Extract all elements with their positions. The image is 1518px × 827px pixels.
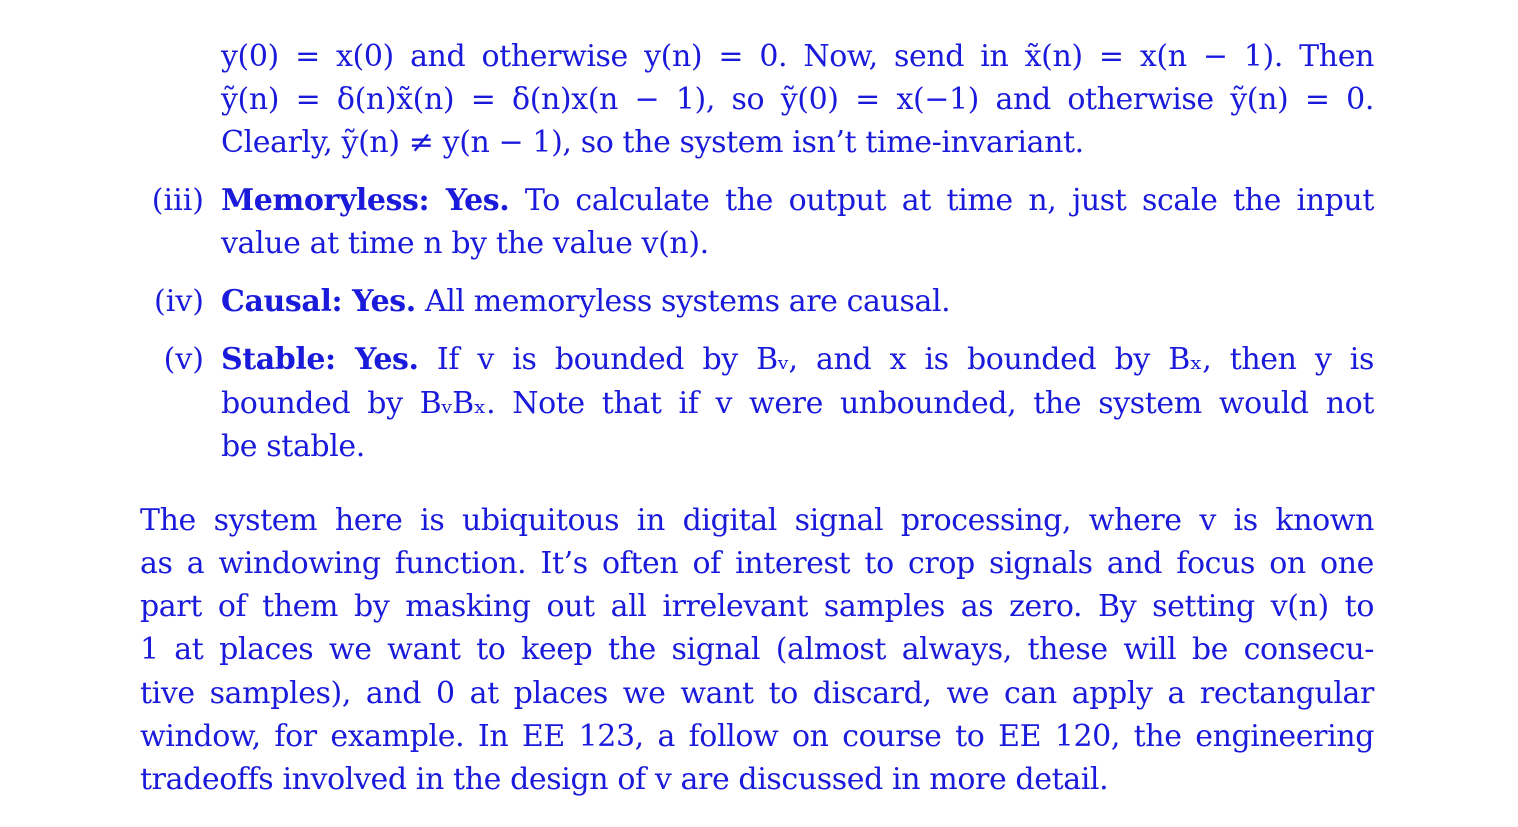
item-iv-text-1: All memoryless systems are causal. [415, 284, 951, 319]
item-v-line-1: Stable: Yes. If v is bounded by Bᵥ, and … [221, 340, 1374, 380]
item-iv-line-1: Causal: Yes. All memoryless systems are … [221, 282, 951, 322]
paragraph-line-1: The system here is ubiquitous in digital… [140, 503, 1374, 538]
paragraph-line-3: part of them by masking out all irreleva… [140, 589, 1374, 624]
item-v-text-1: If v is bounded by Bᵥ, and x is bounded … [418, 342, 1374, 377]
item-iv-label: (iv) [154, 284, 204, 319]
continuation-line-2: ỹ(n) = δ(n)x̃(n) = δ(n)x(n − 1), so ỹ(0)… [221, 82, 1374, 117]
document-page: y(0) = x(0) and otherwise y(n) = 0. Now,… [0, 0, 1518, 827]
item-iii-label: (iii) [151, 183, 204, 218]
paragraph-line-4: 1 at places we want to keep the signal (… [140, 632, 1374, 667]
item-v-label: (v) [163, 342, 204, 377]
item-v-line-2: bounded by BᵥBₓ. Note that if v were unb… [221, 386, 1374, 421]
item-iii-text-1: To calculate the output at time n, just … [509, 183, 1374, 218]
item-v-heading: Stable: Yes. [221, 342, 419, 377]
item-v-line-3: be stable. [221, 429, 365, 464]
item-iii-line-2: value at time n by the value v(n). [221, 226, 709, 261]
item-iii-heading: Memoryless: Yes. [221, 183, 510, 218]
item-iii-line-1: Memoryless: Yes. To calculate the output… [221, 181, 1374, 221]
paragraph-line-2: as a windowing function. It’s often of i… [140, 546, 1374, 581]
paragraph-line-5: tive samples), and 0 at places we want t… [140, 676, 1374, 711]
continuation-line-3: Clearly, ỹ(n) ≠ y(n − 1), so the system … [221, 125, 1084, 160]
paragraph-line-6: window, for example. In EE 123, a follow… [140, 719, 1374, 754]
item-iv-heading: Causal: Yes. [221, 284, 416, 319]
paragraph-line-7: tradeoffs involved in the design of v ar… [140, 762, 1109, 797]
continuation-line-1: y(0) = x(0) and otherwise y(n) = 0. Now,… [221, 39, 1374, 74]
